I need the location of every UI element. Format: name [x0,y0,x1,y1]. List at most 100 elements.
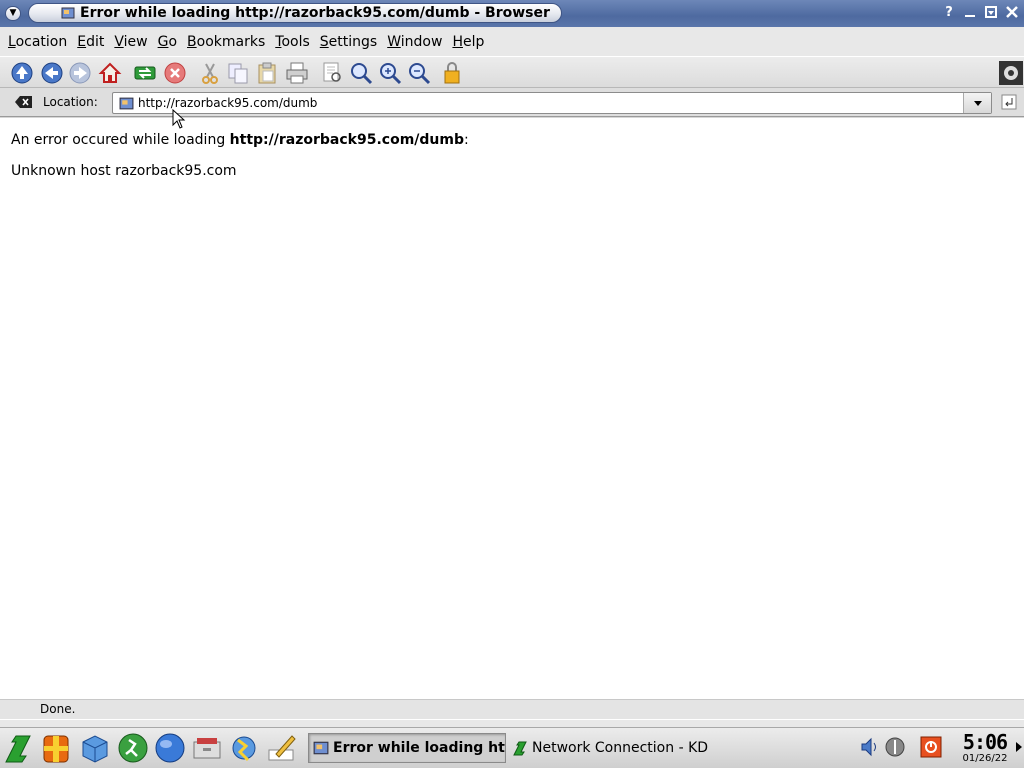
page-icon [119,97,134,110]
page-content: An error occured while loading http://ra… [0,109,1024,699]
power-icon[interactable] [920,736,942,758]
forward-icon [69,62,91,84]
mouse-cursor-icon [172,109,186,129]
menu-bar: Location Edit View Go Bookmarks Tools Se… [0,27,1024,56]
drawer-icon [193,738,221,759]
menu-bookmarks-label: Bookmarks [187,33,266,50]
go-icon[interactable] [1001,94,1017,110]
menu-view[interactable]: View [109,34,152,50]
taskbar-button-network[interactable]: Network Connection - KD [508,733,708,763]
runner-globe-icon [118,733,148,763]
menu-tools-label: Tools [275,33,310,50]
mnemonic-letter: V [114,33,124,50]
window-menu-button[interactable]: ▼ [5,6,21,21]
menu-bookmarks[interactable]: Bookmarks [182,34,270,50]
copy-button[interactable] [226,61,250,85]
menu-window[interactable]: Window [382,34,447,50]
globe-icon [155,733,185,763]
reload-button[interactable] [133,61,157,85]
cut-button[interactable] [198,61,222,85]
up-icon [11,62,33,84]
launcher-editor[interactable] [266,732,298,764]
location-label: Location: [43,95,98,109]
zoom-in-button[interactable] [378,61,402,85]
reload-icon [134,66,156,80]
mnemonic-letter: H [452,33,463,50]
kde-panel: Error while loading http: Network Connec… [0,727,1024,768]
security-lock-button[interactable] [440,61,464,85]
url-input[interactable]: http://razorback95.com/dumb [112,92,992,114]
mnemonic-letter: S [319,33,329,50]
k-menu-button[interactable] [2,732,34,764]
error-detail: Unknown host razorback95.com [11,163,237,179]
status-bar: Done. [0,699,1024,719]
throbber-icon [999,61,1023,85]
mnemonic-letter: L [8,33,16,50]
volume-icon[interactable] [859,736,881,758]
launcher-runner[interactable] [117,732,149,764]
launcher-cube[interactable] [79,732,111,764]
copy-icon [228,63,248,84]
clock[interactable]: 5:06 01/26/22 [956,731,1014,766]
pencil-paper-icon [268,735,296,761]
minimize-button[interactable] [962,5,978,21]
launcher-browser[interactable] [154,732,186,764]
menu-help[interactable]: Help [447,34,489,50]
mnemonic-letter: E [77,33,87,50]
zoom-in-icon [380,63,402,85]
menu-window-label: Window [387,33,443,50]
menu-settings[interactable]: Settings [315,34,382,50]
zoom-out-button[interactable] [407,61,431,85]
stop-icon [164,62,186,84]
url-dropdown-button[interactable] [963,93,991,113]
mnemonic-letter: B [187,33,197,50]
network-connection-icon [513,741,527,756]
clear-location-icon[interactable] [15,95,33,109]
url-text: http://razorback95.com/dumb [138,96,318,110]
panel-hide-arrow-icon[interactable] [1015,741,1023,753]
network-icon [232,736,256,762]
launcher-lifesaver[interactable] [40,732,72,764]
menu-location-label: Location [8,33,68,50]
panel-separator [0,719,1024,727]
menu-go-label: Go [157,33,178,50]
menu-tools[interactable]: Tools [270,34,315,50]
mnemonic-letter: W [387,33,401,50]
back-icon [41,62,63,84]
toolbar [0,56,1024,88]
launcher-filemanager[interactable] [191,732,223,764]
launcher-network[interactable] [228,732,260,764]
taskbar-label: Network Connection - KD [532,740,708,756]
konqueror-icon [313,741,329,755]
up-button[interactable] [10,61,34,85]
home-button[interactable] [98,61,122,85]
window-title: Error while loading http://razorback95.c… [80,5,550,21]
menu-location[interactable]: Location [3,34,72,50]
lifesaver-icon [43,735,69,763]
title-pill: Error while loading http://razorback95.c… [28,3,562,23]
maximize-button[interactable] [983,5,999,21]
network-tray-icon[interactable] [884,736,906,758]
error-suffix: : [464,132,469,148]
zoom-button[interactable] [349,61,373,85]
help-button[interactable]: ? [941,5,957,21]
paste-button[interactable] [255,61,279,85]
menu-edit[interactable]: Edit [72,34,109,50]
print-preview-icon [323,62,341,82]
close-button[interactable] [1004,5,1020,21]
print-preview-button[interactable] [320,61,344,85]
clock-date: 01/26/22 [962,753,1008,764]
stop-button[interactable] [163,61,187,85]
taskbar-button-browser[interactable]: Error while loading http: [308,733,506,763]
location-bar: Location: http://razorback95.com/dumb [0,88,1024,117]
forward-button[interactable] [68,61,92,85]
back-button[interactable] [40,61,64,85]
maximize-icon [985,6,997,18]
print-button[interactable] [285,61,309,85]
error-url: http://razorback95.com/dumb [229,132,464,148]
taskbar-label: Error while loading http: [333,740,505,756]
menu-go[interactable]: Go [153,34,182,50]
menu-settings-label: Settings [319,33,378,50]
konqueror-icon [61,7,75,19]
throbber[interactable] [999,61,1023,85]
